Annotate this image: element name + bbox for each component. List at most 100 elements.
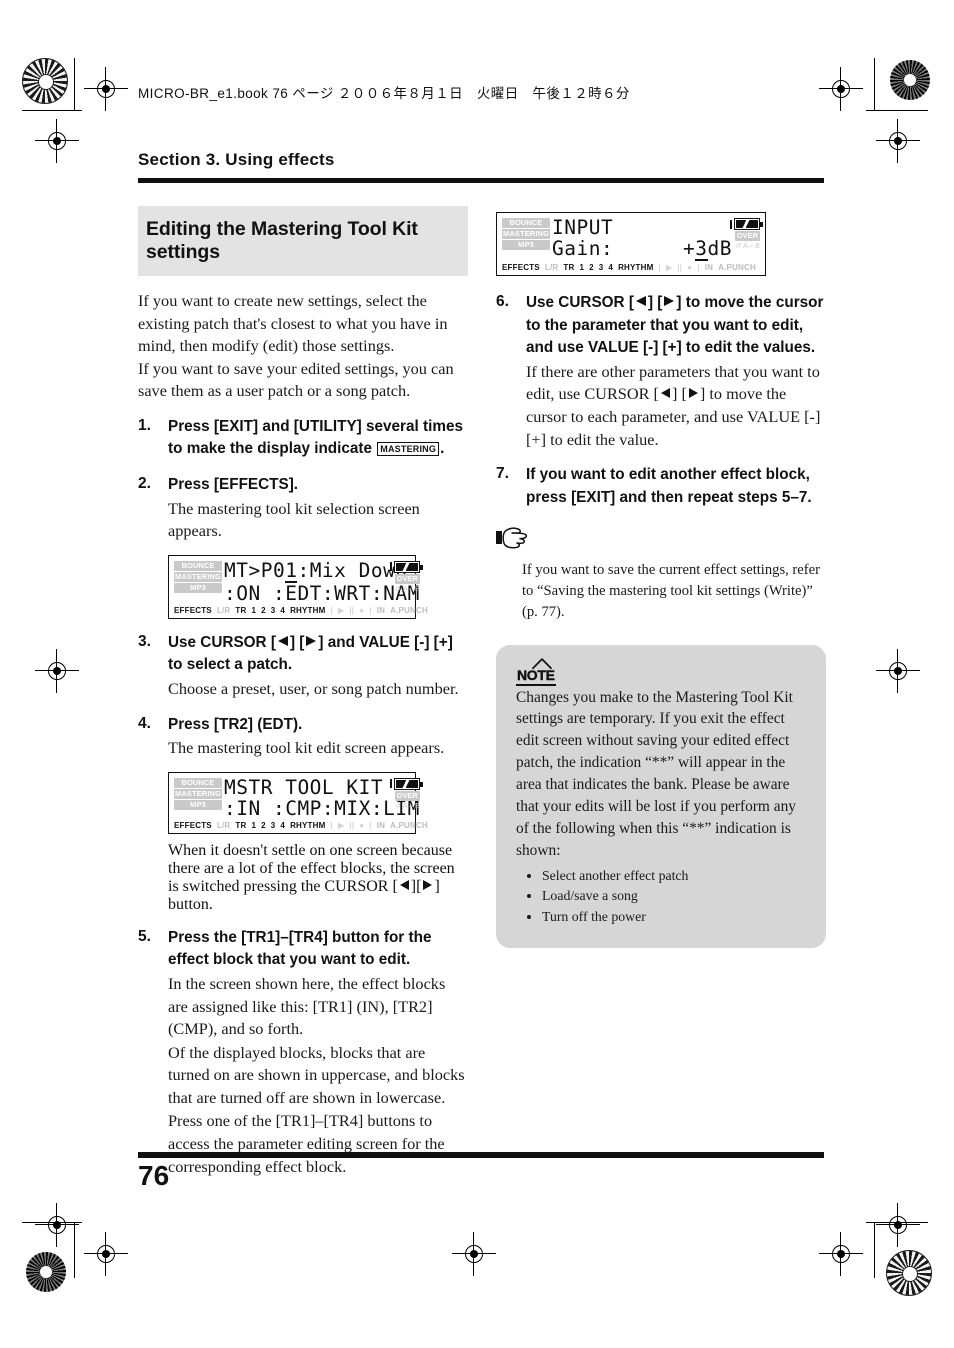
pause-icon: ||: [349, 605, 355, 615]
cursor-left-arrow-icon: [277, 635, 288, 646]
step-6-number: 6.: [496, 293, 509, 310]
step-7-number: 7.: [496, 465, 509, 483]
note-bullet-2: Turn off the power: [542, 907, 806, 928]
step-4: 4. Press [TR2] (EDT). The mastering tool…: [138, 714, 468, 760]
step-4-number: 4.: [138, 714, 151, 732]
lcd-chip-mp3: MP3: [174, 582, 222, 593]
cursor-left-arrow-icon-4: [660, 388, 670, 399]
crop-line-right-bottom: [874, 1222, 875, 1278]
lcd-chip-bounce-2: BOUNCE: [174, 777, 222, 788]
crosshair-left-lower: [35, 1203, 79, 1247]
lcd-patch-select-line2: :ON :EDT:WRT:NAM: [224, 581, 420, 605]
status-track-1-2: 1: [251, 820, 257, 830]
lcd-status-bar: EFFECTS L/R TR 1 2 3 4 RHYTHM | ▶ || ● |…: [174, 605, 428, 615]
step-6-detail: If there are other parameters that you w…: [526, 361, 826, 451]
note-bullet-list: Select another effect patch Load/save a …: [516, 866, 806, 928]
tip-note-text: If you want to save the current effect s…: [522, 562, 820, 620]
lcd-chip-mastering-2: MASTERING: [174, 788, 222, 799]
note-body: Changes you make to the Mastering Tool K…: [516, 688, 796, 859]
step-5-detail-3: Press one of the [TR1]–[TR4] buttons to …: [168, 1111, 445, 1176]
status-sep-4: |: [369, 820, 372, 830]
status-tr-3: TR: [563, 263, 575, 272]
step-1-text: Press [EXIT] and [UTILITY] several times…: [168, 416, 468, 461]
status-track-4-3: 4: [608, 263, 614, 272]
crop-line-left: [22, 110, 82, 111]
left-column: Editing the Mastering Tool Kit settings …: [138, 206, 468, 1178]
status-track-1: 1: [251, 605, 257, 615]
status-track-4-2: 4: [280, 820, 286, 830]
status-rhythm-2: RHYTHM: [290, 820, 326, 830]
lcd-screen-input-gain: BOUNCE MASTERING MP3 INPUT Gain: +3 dB O…: [496, 212, 766, 276]
cursor-left-arrow-icon-3: [635, 296, 646, 306]
page-title: Editing the Mastering Tool Kit settings: [146, 218, 418, 263]
step-6-detail-b: ] [: [671, 384, 687, 404]
status-lr-3: L/R: [544, 263, 559, 272]
play-icon: ▶: [337, 605, 345, 615]
crop-line-bottom-left: [74, 1222, 75, 1278]
lcd-side-labels-3: BOUNCE MASTERING MP3: [502, 217, 550, 261]
play-icon-2: ▶: [337, 820, 345, 830]
status-sep-3: |: [330, 820, 333, 830]
tip-note: If you want to save the current effect s…: [496, 527, 826, 622]
crop-line-top: [74, 58, 75, 110]
cursor-right-arrow-icon-4: [688, 388, 698, 399]
cursor-right-arrow-icon: [306, 635, 317, 646]
crosshair-bottom-center: [452, 1232, 496, 1276]
step-1-number: 1.: [138, 416, 151, 434]
play-icon-3: ▶: [665, 263, 673, 272]
crosshair-bottom-left: [84, 1232, 128, 1276]
lcd-patch-prefix: MT>P0: [224, 558, 286, 582]
step-4-lead: Press [TR2] (EDT).: [168, 715, 303, 733]
status-track-3-2: 3: [270, 820, 276, 830]
status-sep-5: |: [658, 263, 661, 272]
cursor-left-arrow-icon-2: [399, 879, 409, 890]
status-track-2-3: 2: [589, 263, 594, 272]
status-apunch: A.PUNCH: [390, 605, 428, 615]
step-6-lead-a: Use CURSOR [: [526, 294, 634, 311]
crop-line-bottom: [22, 1222, 82, 1223]
lcd-chip-mp3-3: MP3: [502, 240, 550, 250]
lcd-chip-bounce-3: BOUNCE: [502, 218, 550, 228]
step-7: 7. If you want to edit another effect bl…: [496, 464, 826, 509]
status-rhythm: RHYTHM: [290, 605, 326, 615]
status-tr: TR: [235, 605, 247, 615]
step-6-lead-b: ] [: [647, 294, 663, 311]
lcd-chip-bounce: BOUNCE: [174, 560, 222, 571]
status-apunch-2: A.PUNCH: [390, 820, 428, 830]
lcd-patch-cursor-digit: 1: [285, 558, 298, 583]
footer-divider: [138, 1152, 824, 1158]
step-3-lead-a: Use CURSOR [: [168, 633, 276, 651]
lcd-chip-mastering-3: MASTERING: [502, 229, 550, 239]
status-in-2: IN: [376, 820, 386, 830]
status-track-1-3: 1: [579, 263, 585, 272]
status-effects-2: EFFECTS: [174, 820, 212, 830]
step-7-lead: If you want to edit another effect block…: [526, 466, 812, 506]
step-2-detail: The mastering tool kit selection screen …: [168, 498, 420, 541]
crosshair-left-upper: [35, 119, 79, 163]
status-sep-1: |: [330, 605, 333, 615]
crosshair-right-lower: [876, 1203, 920, 1247]
lcd-chip-mastering: MASTERING: [174, 571, 222, 582]
lcd-side-labels: BOUNCE MASTERING MP3: [174, 560, 222, 604]
step-4-detail: The mastering tool kit edit screen appea…: [168, 738, 445, 758]
step-3-lead: Use CURSOR [] [] and VALUE [-] [+] to se…: [168, 632, 468, 677]
right-column: BOUNCE MASTERING MP3 INPUT Gain: +3 dB O…: [496, 206, 826, 948]
cursor-right-arrow-icon-3: [664, 296, 675, 306]
step-4-note-b: [: [392, 877, 398, 895]
crosshair-left-mid: [35, 649, 79, 693]
status-track-2-2: 2: [261, 820, 266, 830]
registration-mark-top-right: [890, 60, 930, 100]
status-lr-2: L/R: [216, 820, 231, 830]
status-in: IN: [376, 605, 386, 615]
status-effects: EFFECTS: [174, 605, 212, 615]
step-2-number: 2.: [138, 475, 151, 493]
note-box: NOTE Changes you make to the Mastering T…: [496, 644, 826, 948]
step-2: 2. Press [EFFECTS]. The mastering tool k…: [138, 474, 468, 543]
step-5-detail-2: Of the displayed blocks, blocks that are…: [168, 1042, 465, 1107]
crosshair-right-upper: [876, 119, 920, 163]
registration-mark-top-left: [22, 58, 68, 104]
lcd-patch-select-line1: MT>P0 1:Mix Down: [224, 560, 420, 583]
section-divider: [138, 178, 824, 183]
lcd-input-gain-unit: dB: [707, 237, 732, 260]
status-track-3: 3: [270, 605, 276, 615]
